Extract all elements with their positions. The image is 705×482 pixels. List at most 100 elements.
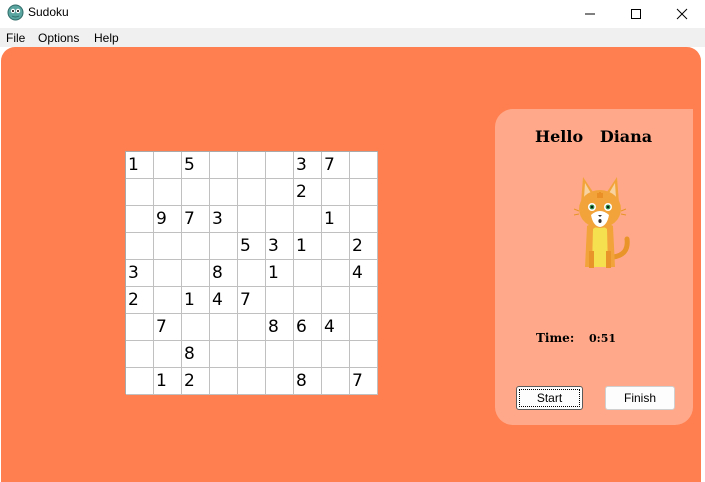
time-label: Time: bbox=[536, 331, 575, 345]
title-bar: Sudoku bbox=[0, 0, 705, 28]
sudoku-cell[interactable] bbox=[182, 179, 210, 206]
sudoku-cell[interactable]: 2 bbox=[294, 179, 322, 206]
menu-bar: File Options Help bbox=[0, 28, 705, 47]
sudoku-cell[interactable] bbox=[350, 341, 378, 368]
sudoku-cell[interactable] bbox=[210, 233, 238, 260]
sudoku-cell[interactable]: 7 bbox=[322, 152, 350, 179]
sudoku-cell[interactable] bbox=[266, 152, 294, 179]
sudoku-cell[interactable]: 8 bbox=[294, 368, 322, 395]
greeting: Hello Diana bbox=[535, 127, 652, 146]
sudoku-cell[interactable] bbox=[210, 314, 238, 341]
sudoku-cell[interactable] bbox=[350, 152, 378, 179]
sudoku-cell[interactable]: 8 bbox=[182, 341, 210, 368]
sudoku-cell[interactable] bbox=[154, 341, 182, 368]
sudoku-cell[interactable] bbox=[154, 260, 182, 287]
finish-button[interactable]: Finish bbox=[605, 386, 675, 410]
sudoku-cell[interactable]: 7 bbox=[350, 368, 378, 395]
sudoku-cell[interactable] bbox=[294, 260, 322, 287]
sudoku-cell[interactable] bbox=[126, 314, 154, 341]
sudoku-cell[interactable] bbox=[154, 152, 182, 179]
sudoku-cell[interactable]: 1 bbox=[182, 287, 210, 314]
sudoku-cell[interactable] bbox=[210, 152, 238, 179]
player-card: Hello Diana Time: 0:51 Start Finish bbox=[495, 109, 693, 425]
sudoku-cell[interactable]: 1 bbox=[126, 152, 154, 179]
sudoku-cell[interactable] bbox=[294, 341, 322, 368]
sudoku-cell[interactable]: 4 bbox=[322, 314, 350, 341]
sudoku-cell[interactable]: 1 bbox=[266, 260, 294, 287]
sudoku-cell[interactable] bbox=[266, 179, 294, 206]
sudoku-cell[interactable] bbox=[238, 341, 266, 368]
sudoku-cell[interactable] bbox=[238, 206, 266, 233]
sudoku-cell[interactable] bbox=[238, 179, 266, 206]
sudoku-cell[interactable]: 4 bbox=[350, 260, 378, 287]
sudoku-cell[interactable] bbox=[182, 314, 210, 341]
sudoku-cell[interactable] bbox=[350, 287, 378, 314]
sudoku-cell[interactable] bbox=[238, 314, 266, 341]
sudoku-app-icon bbox=[7, 4, 24, 21]
menu-options[interactable]: Options bbox=[38, 31, 79, 45]
sudoku-cell[interactable] bbox=[210, 368, 238, 395]
menu-file[interactable]: File bbox=[6, 31, 25, 45]
sudoku-cell[interactable] bbox=[322, 287, 350, 314]
sudoku-cell[interactable] bbox=[154, 179, 182, 206]
sudoku-cell[interactable]: 3 bbox=[266, 233, 294, 260]
sudoku-cell[interactable] bbox=[126, 206, 154, 233]
sudoku-cell[interactable]: 1 bbox=[294, 233, 322, 260]
sudoku-cell[interactable]: 8 bbox=[210, 260, 238, 287]
sudoku-cell[interactable] bbox=[294, 287, 322, 314]
sudoku-cell[interactable] bbox=[182, 260, 210, 287]
player-name: Diana bbox=[599, 127, 653, 146]
sudoku-cell[interactable] bbox=[266, 206, 294, 233]
sudoku-cell[interactable] bbox=[238, 368, 266, 395]
sudoku-cell[interactable] bbox=[182, 233, 210, 260]
sudoku-cell[interactable] bbox=[294, 206, 322, 233]
sudoku-cell[interactable] bbox=[238, 152, 266, 179]
sudoku-cell[interactable]: 1 bbox=[322, 206, 350, 233]
sudoku-cell[interactable] bbox=[322, 233, 350, 260]
sudoku-cell[interactable] bbox=[322, 341, 350, 368]
minimize-icon bbox=[585, 13, 595, 15]
sudoku-cell[interactable]: 2 bbox=[126, 287, 154, 314]
sudoku-cell[interactable]: 7 bbox=[182, 206, 210, 233]
sudoku-cell[interactable]: 3 bbox=[126, 260, 154, 287]
sudoku-cell[interactable]: 3 bbox=[294, 152, 322, 179]
menu-help[interactable]: Help bbox=[94, 31, 119, 45]
sudoku-cell[interactable] bbox=[210, 341, 238, 368]
sudoku-cell[interactable] bbox=[266, 341, 294, 368]
time-value: 0:51 bbox=[589, 332, 617, 345]
sudoku-cell[interactable]: 2 bbox=[182, 368, 210, 395]
sudoku-cell[interactable]: 4 bbox=[210, 287, 238, 314]
sudoku-cell[interactable] bbox=[126, 179, 154, 206]
sudoku-cell[interactable] bbox=[322, 368, 350, 395]
sudoku-cell[interactable] bbox=[154, 233, 182, 260]
sudoku-cell[interactable]: 5 bbox=[238, 233, 266, 260]
sudoku-cell[interactable] bbox=[322, 179, 350, 206]
sudoku-cell[interactable] bbox=[210, 179, 238, 206]
sudoku-cell[interactable] bbox=[238, 260, 266, 287]
sudoku-cell[interactable]: 7 bbox=[154, 314, 182, 341]
greeting-text: Hello bbox=[535, 127, 584, 146]
sudoku-cell[interactable] bbox=[126, 233, 154, 260]
sudoku-cell[interactable] bbox=[266, 368, 294, 395]
sudoku-cell[interactable]: 2 bbox=[350, 233, 378, 260]
sudoku-cell[interactable]: 5 bbox=[182, 152, 210, 179]
sudoku-cell[interactable] bbox=[350, 179, 378, 206]
sudoku-cell[interactable]: 1 bbox=[154, 368, 182, 395]
sudoku-cell[interactable]: 8 bbox=[266, 314, 294, 341]
maximize-button[interactable] bbox=[613, 0, 659, 28]
sudoku-cell[interactable]: 9 bbox=[154, 206, 182, 233]
main-area: 153729731531238142147786481287 Hello Dia… bbox=[0, 47, 705, 482]
sudoku-cell[interactable] bbox=[126, 368, 154, 395]
start-button[interactable]: Start bbox=[516, 386, 583, 410]
sudoku-cell[interactable] bbox=[322, 260, 350, 287]
sudoku-cell[interactable] bbox=[266, 287, 294, 314]
sudoku-cell[interactable]: 7 bbox=[238, 287, 266, 314]
sudoku-cell[interactable] bbox=[126, 341, 154, 368]
sudoku-cell[interactable]: 3 bbox=[210, 206, 238, 233]
sudoku-cell[interactable] bbox=[350, 314, 378, 341]
minimize-button[interactable] bbox=[567, 0, 613, 28]
sudoku-cell[interactable]: 6 bbox=[294, 314, 322, 341]
close-button[interactable] bbox=[659, 0, 705, 28]
sudoku-cell[interactable] bbox=[350, 206, 378, 233]
sudoku-cell[interactable] bbox=[154, 287, 182, 314]
